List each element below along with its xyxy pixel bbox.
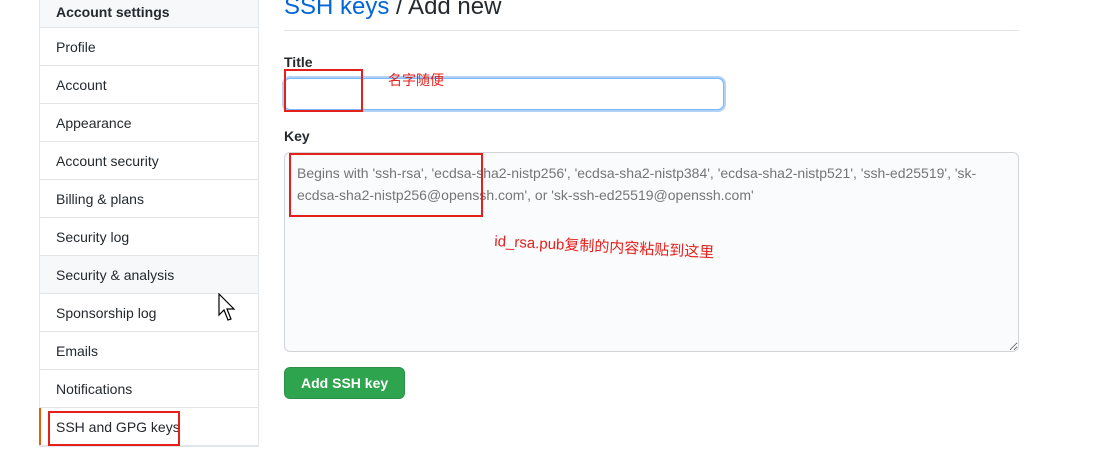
sidebar-item-profile[interactable]: Profile <box>40 28 258 66</box>
mouse-cursor-icon <box>218 293 236 321</box>
add-ssh-key-button[interactable]: Add SSH key <box>284 367 406 399</box>
sidebar-item-label: Profile <box>56 38 96 55</box>
sidebar-item-label: Notifications <box>56 380 133 397</box>
sidebar-item-label: Sponsorship log <box>56 304 157 321</box>
page-title: SSH keys / Add new <box>284 0 1019 31</box>
sidebar-item-notifications[interactable]: Notifications <box>40 370 258 408</box>
sidebar-item-label: Security & analysis <box>56 266 175 283</box>
annotation-title-note: 名字随便 <box>388 72 444 88</box>
sidebar-item-label: Emails <box>56 342 99 359</box>
sidebar-item-emails[interactable]: Emails <box>40 332 258 370</box>
breadcrumb-current: / Add new <box>389 0 502 20</box>
sidebar-item-label: Account security <box>56 152 159 169</box>
sidebar-item-appearance[interactable]: Appearance <box>40 104 258 142</box>
breadcrumb-ssh-keys-link[interactable]: SSH keys <box>284 0 389 20</box>
sidebar-item-security-log[interactable]: Security log <box>40 218 258 256</box>
main-content: SSH keys / Add new Title Key Add SSH key <box>284 0 1019 399</box>
sidebar-item-label: Billing & plans <box>56 190 144 207</box>
sidebar-item-account[interactable]: Account <box>40 66 258 104</box>
annotation-box-title <box>284 69 363 112</box>
key-label: Key <box>284 128 310 144</box>
annotation-box-key <box>289 153 483 217</box>
settings-sidebar: Account settings Profile Account Appeara… <box>39 0 259 447</box>
annotation-box-ssh-gpg <box>48 411 180 446</box>
sidebar-header: Account settings <box>40 0 258 28</box>
sidebar-item-account-security[interactable]: Account security <box>40 142 258 180</box>
sidebar-item-label: Appearance <box>56 114 132 131</box>
title-label: Title <box>284 54 313 70</box>
sidebar-item-label: Security log <box>56 228 130 245</box>
sidebar-item-label: Account <box>56 76 107 93</box>
sidebar-item-billing[interactable]: Billing & plans <box>40 180 258 218</box>
sidebar-item-security-analysis[interactable]: Security & analysis <box>40 256 258 294</box>
